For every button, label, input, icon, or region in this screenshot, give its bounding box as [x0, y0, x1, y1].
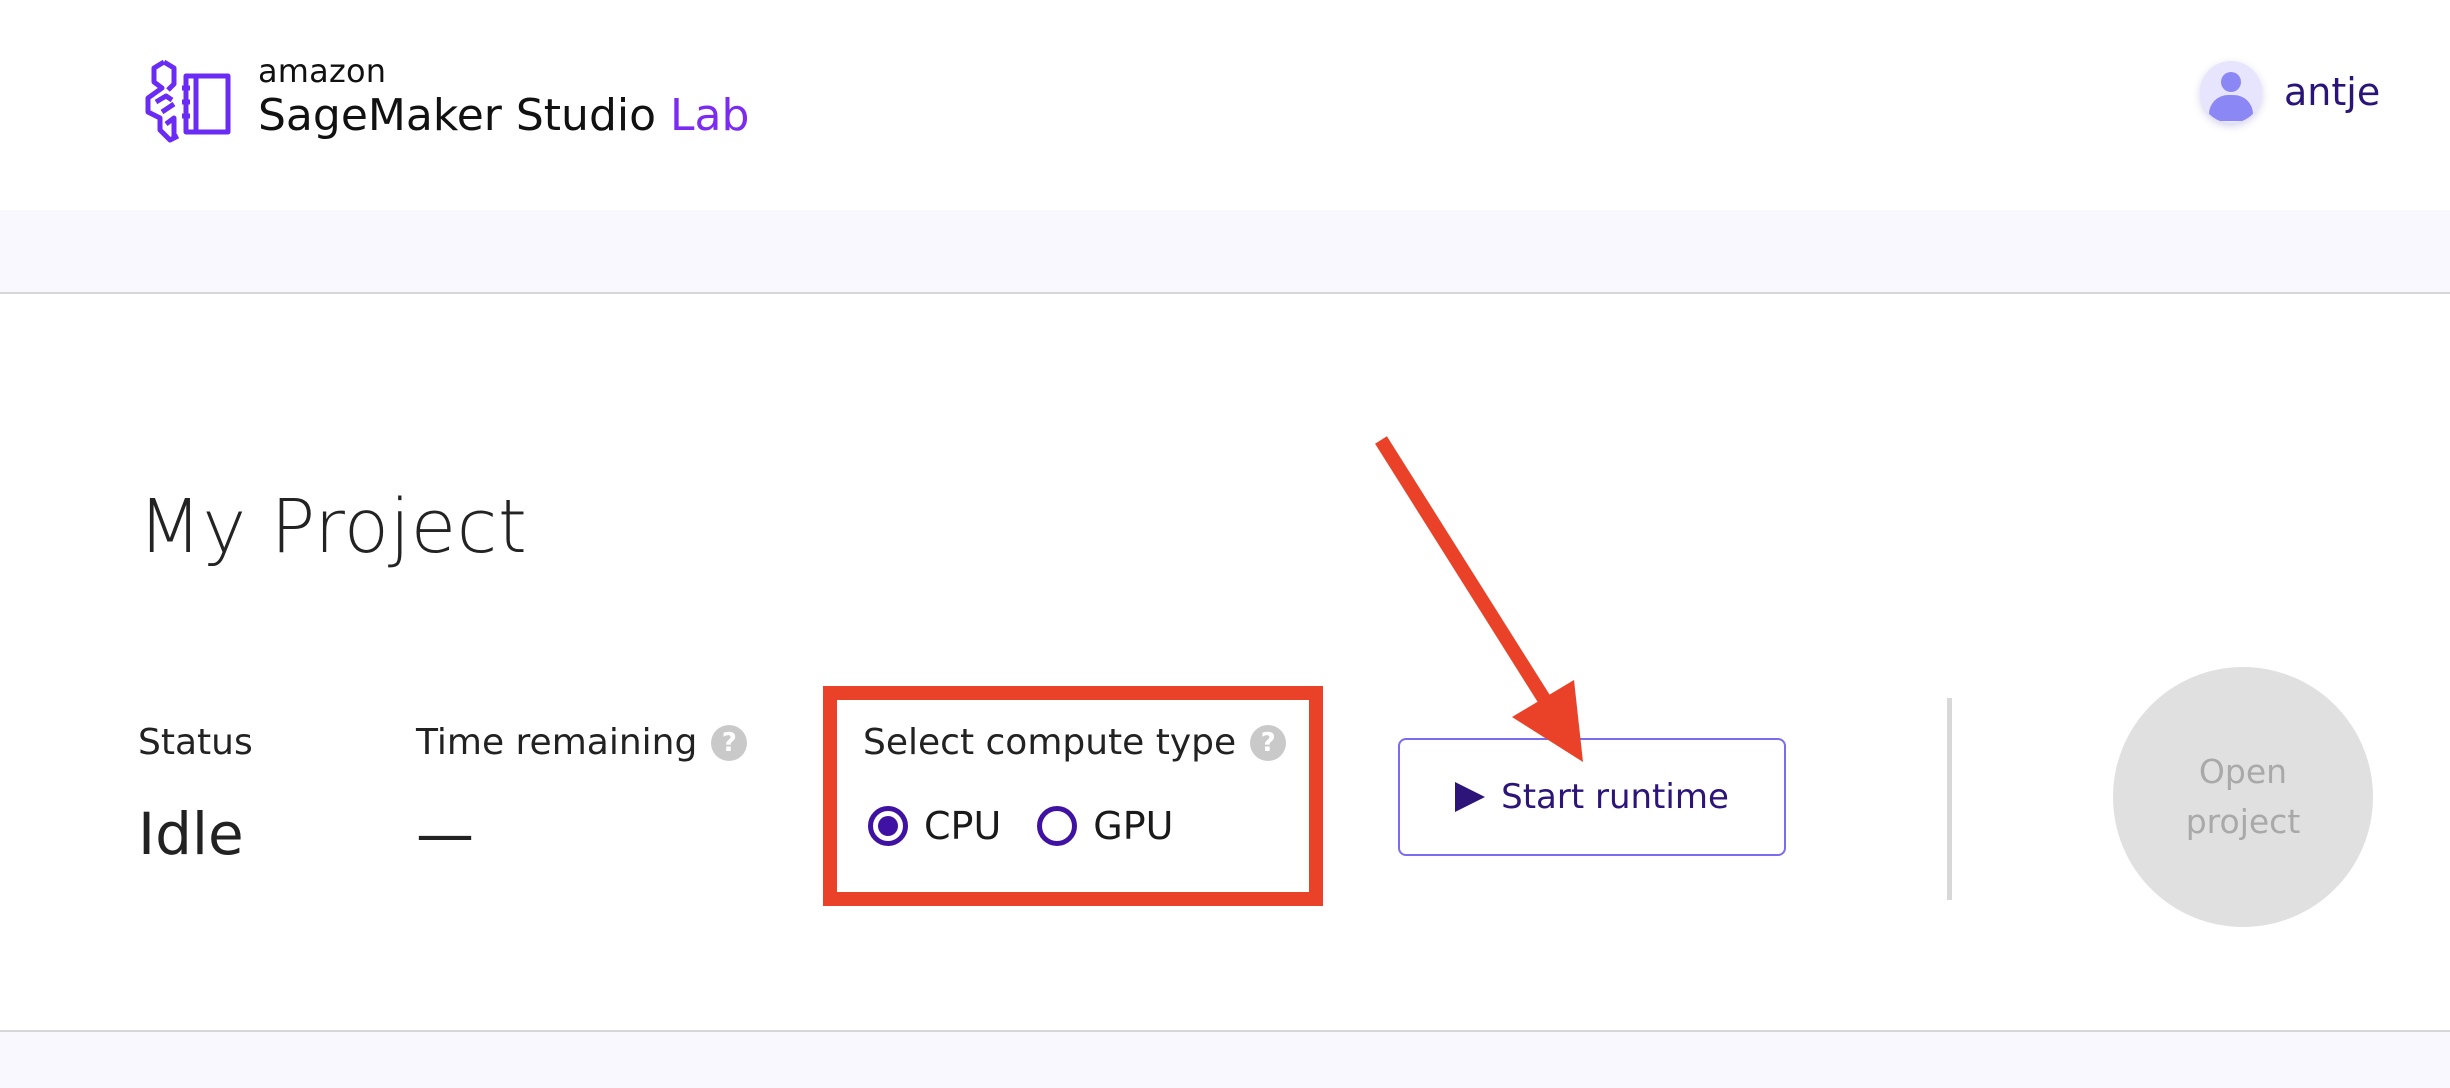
brand-amazon: amazon [258, 52, 387, 90]
bottom-band [0, 1030, 2450, 1088]
status-label-text: Status [138, 722, 253, 763]
status-value: Idle [138, 800, 244, 868]
top-header: amazon SageMaker Studio Lab antje [0, 0, 2450, 210]
compute-type-label: Select compute type ? [863, 722, 1287, 763]
username: antje [2284, 70, 2381, 114]
start-runtime-button[interactable]: Start runtime [1398, 738, 1786, 856]
open-project-label-line1: Open [2198, 752, 2288, 791]
user-avatar-icon [2200, 61, 2262, 123]
brand-name: SageMaker Studio Lab [258, 90, 749, 141]
open-project-label-line2: project [2185, 802, 2301, 841]
brand-accent-text: Lab [670, 90, 750, 141]
top-band [0, 210, 2450, 294]
compute-type-label-text: Select compute type [863, 722, 1237, 763]
status-label: Status [138, 722, 253, 763]
page-title: My Project [138, 484, 528, 570]
radio-gpu[interactable]: GPU [1037, 804, 1173, 848]
vertical-divider [1947, 698, 1952, 900]
compute-type-radio-group: CPU GPU [868, 804, 1209, 848]
user-menu[interactable]: antje [2200, 56, 2380, 128]
help-icon[interactable]: ? [1250, 724, 1287, 761]
annotation-highlight-box [823, 686, 1323, 906]
radio-cpu-label: CPU [924, 804, 1002, 848]
time-remaining-label: Time remaining ? [416, 722, 748, 763]
radio-checked-icon[interactable] [868, 806, 908, 846]
radio-cpu[interactable]: CPU [868, 804, 1001, 848]
time-remaining-label-text: Time remaining [416, 722, 698, 763]
play-icon [1455, 782, 1486, 812]
time-remaining-value: — [416, 800, 474, 868]
open-project-button[interactable]: Open project [2113, 667, 2373, 927]
radio-gpu-label: GPU [1093, 804, 1174, 848]
help-icon[interactable]: ? [711, 724, 748, 761]
brand-name-text: SageMaker Studio [258, 90, 657, 141]
radio-unchecked-icon[interactable] [1037, 806, 1078, 846]
sagemaker-logo-icon [145, 59, 231, 143]
start-runtime-label: Start runtime [1501, 777, 1729, 817]
